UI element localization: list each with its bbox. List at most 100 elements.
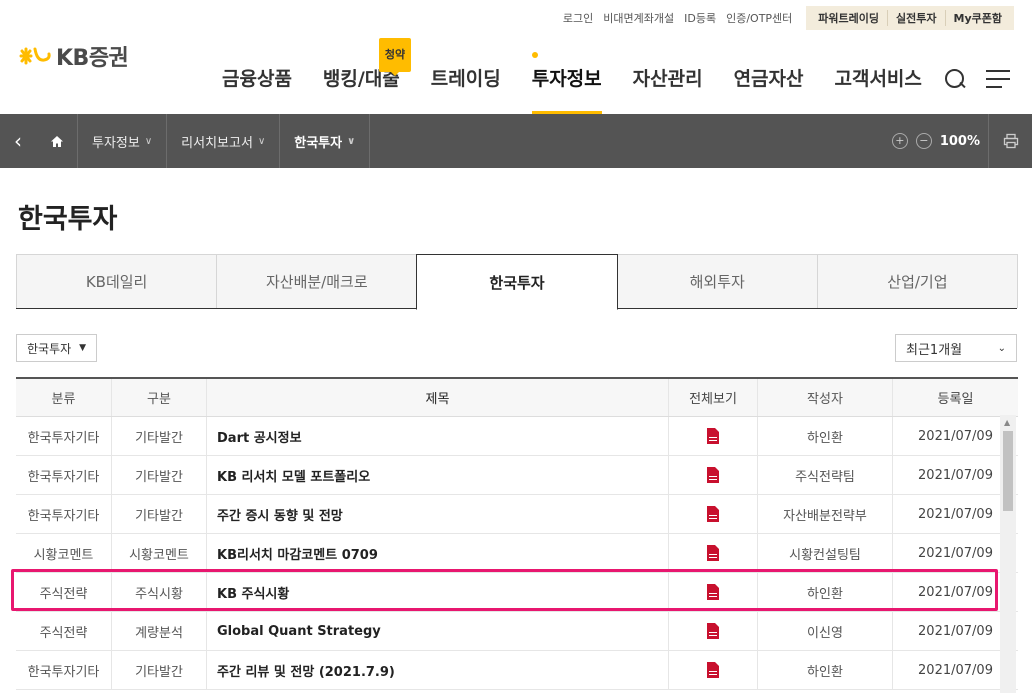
logo-text: KB증권: [56, 46, 129, 71]
period-select-value: 최근1개월: [906, 342, 963, 358]
page-title: 한국투자: [18, 204, 118, 235]
tab-korea-invest[interactable]: 한국투자: [416, 254, 618, 310]
report-title-link[interactable]: KB 주식시황: [207, 573, 669, 611]
nav-label: 투자정보: [531, 68, 602, 90]
nav-trading[interactable]: 트레이딩: [431, 64, 501, 114]
main-nav: 금융상품 청약 뱅킹/대출 트레이딩 투자정보 자산관리 연금자산 고객서비스: [222, 38, 953, 114]
id-register-link[interactable]: ID등록: [684, 10, 716, 26]
login-link[interactable]: 로그인: [563, 10, 593, 26]
pdf-icon[interactable]: [706, 428, 720, 444]
breadcrumb-korea-invest[interactable]: 한국투자 ∨: [280, 114, 371, 168]
report-title-link[interactable]: KB 리서치 모델 포트폴리오: [207, 456, 669, 494]
search-icon[interactable]: [944, 68, 966, 90]
breadcrumb-research-report[interactable]: 리서치보고서 ∨: [167, 114, 281, 168]
scrollbar[interactable]: ▲: [1000, 415, 1016, 693]
nav-investment-info[interactable]: 투자정보: [531, 52, 602, 114]
cell-author: 하인환: [758, 417, 893, 455]
cell-view-all: [669, 534, 758, 572]
cell-author: 하인환: [758, 651, 893, 689]
cell-view-all: [669, 651, 758, 689]
category-select-value: 한국투자: [27, 341, 72, 356]
chevron-down-icon: ∨: [347, 135, 356, 147]
subscription-badge: 청약: [378, 38, 412, 76]
table-row[interactable]: 한국투자기타 기타발간 주간 증시 동향 및 전망 자산배분전략부 2021/07/09: [16, 495, 1018, 534]
nav-label: 트레이딩: [430, 68, 501, 90]
zoom-level: 100%: [939, 133, 980, 149]
cell-author: 이신영: [758, 612, 893, 650]
category-tabs: KB데일리 자산배분/매크로 한국투자 해외투자 산업/기업: [16, 254, 1019, 310]
header-category: 분류: [16, 379, 112, 416]
nav-label: 금융상품: [222, 68, 292, 90]
table-row[interactable]: 한국투자기타 기타발간 Dart 공시정보 하인환 2021/07/09: [16, 417, 1018, 456]
otp-center-link[interactable]: 인증/OTP센터: [726, 10, 792, 26]
tab-asset-macro[interactable]: 자산배분/매크로: [216, 254, 418, 308]
utility-bar: 로그인 비대면계좌개설 ID등록 인증/OTP센터 파워트레이딩 실전투자 My…: [553, 6, 1014, 30]
nav-banking-loan[interactable]: 청약 뱅킹/대출: [323, 38, 412, 114]
cell-category: 한국투자기타: [16, 651, 112, 689]
pdf-icon[interactable]: [706, 584, 720, 600]
scroll-up-icon[interactable]: ▲: [1004, 418, 1010, 427]
cell-type: 기타발간: [112, 456, 207, 494]
tab-overseas-invest[interactable]: 해외투자: [616, 254, 818, 308]
table-row[interactable]: 주식전략 주식시황 KB 주식시황 하인환 2021/07/09: [16, 573, 1018, 612]
table-row[interactable]: 한국투자기타 기타발간 KB 리서치 모델 포트폴리오 주식전략팀 2021/07/09: [16, 456, 1018, 495]
table-row[interactable]: 주식전략 계량분석 Global Quant Strategy 이신영 2021/07/…: [16, 612, 1018, 651]
nav-label: 연금자산: [733, 68, 804, 90]
cell-type: 주식시황: [112, 573, 207, 611]
table-row[interactable]: 시황코멘트 시황코멘트 KB리서치 마감코멘트 0709 시황컨설팅팀 2021/07/…: [16, 534, 1018, 573]
cell-author: 시황컨설팅팀: [758, 534, 893, 572]
report-title-link[interactable]: KB리서치 마감코멘트 0709: [207, 534, 669, 572]
category-select[interactable]: 한국투자 ▼: [16, 334, 98, 362]
cell-type: 기타발간: [112, 417, 207, 455]
print-icon[interactable]: [988, 114, 1032, 168]
kb-logo[interactable]: KB증권: [18, 40, 129, 72]
zoom-in-icon[interactable]: +: [891, 133, 908, 149]
nav-pension[interactable]: 연금자산: [734, 64, 804, 114]
pdf-icon[interactable]: [706, 506, 720, 522]
power-trading-link[interactable]: 파워트레이딩: [810, 10, 887, 26]
nav-customer-service[interactable]: 고객서비스: [834, 64, 921, 114]
header-author: 작성자: [758, 379, 893, 416]
pdf-icon[interactable]: [706, 467, 720, 483]
nav-label: 고객서비스: [834, 68, 922, 90]
cell-type: 기타발간: [112, 651, 207, 689]
report-title-link[interactable]: Dart 공시정보: [207, 417, 669, 455]
zoom-out-icon[interactable]: −: [915, 133, 932, 149]
tab-industry-company[interactable]: 산업/기업: [816, 254, 1019, 308]
table-row[interactable]: 한국투자기타 기타발간 주간 리뷰 및 전망 (2021.7.9) 하인환 2021/0…: [16, 651, 1018, 690]
kb-star-icon: [19, 47, 51, 65]
nav-label: 자산관리: [632, 68, 703, 90]
report-title-link[interactable]: Global Quant Strategy: [207, 612, 669, 650]
cell-type: 계량분석: [112, 612, 207, 650]
cell-view-all: [669, 417, 758, 455]
real-invest-link[interactable]: 실전투자: [887, 10, 944, 26]
pdf-icon[interactable]: [706, 623, 720, 639]
my-coupon-link[interactable]: My쿠폰함: [944, 10, 1010, 26]
report-title-link[interactable]: 주간 증시 동향 및 전망: [207, 495, 669, 533]
period-select[interactable]: 최근1개월 ⌄: [895, 334, 1017, 362]
triangle-down-icon: ▼: [79, 343, 87, 353]
nav-asset-management[interactable]: 자산관리: [633, 64, 703, 114]
open-account-link[interactable]: 비대면계좌개설: [603, 10, 674, 26]
chevron-down-icon: ⌄: [997, 342, 1006, 354]
back-icon[interactable]: ‹: [0, 129, 36, 153]
header-view-all: 전체보기: [669, 379, 758, 416]
pdf-icon[interactable]: [706, 662, 720, 678]
home-icon[interactable]: [36, 114, 78, 168]
hamburger-menu-icon[interactable]: [986, 70, 1010, 88]
scrollbar-thumb[interactable]: [1003, 431, 1013, 511]
tab-kb-daily[interactable]: KB데일리: [16, 254, 218, 308]
cell-category: 한국투자기타: [16, 456, 112, 494]
nav-financial-products[interactable]: 금융상품: [222, 64, 292, 114]
cell-type: 기타발간: [112, 495, 207, 533]
breadcrumb-investment-info[interactable]: 투자정보 ∨: [78, 114, 168, 168]
breadcrumb-label: 투자정보: [92, 135, 140, 151]
cell-category: 한국투자기타: [16, 495, 112, 533]
pdf-icon[interactable]: [706, 545, 720, 561]
cell-category: 주식전략: [16, 612, 112, 650]
table-header: 분류 구분 제목 전체보기 작성자 등록일: [16, 379, 1018, 417]
report-title-link[interactable]: 주간 리뷰 및 전망 (2021.7.9): [207, 651, 669, 689]
chevron-down-icon: ∨: [257, 135, 266, 147]
cell-author: 자산배분전략부: [758, 495, 893, 533]
breadcrumb-label: 리서치보고서: [181, 135, 253, 151]
